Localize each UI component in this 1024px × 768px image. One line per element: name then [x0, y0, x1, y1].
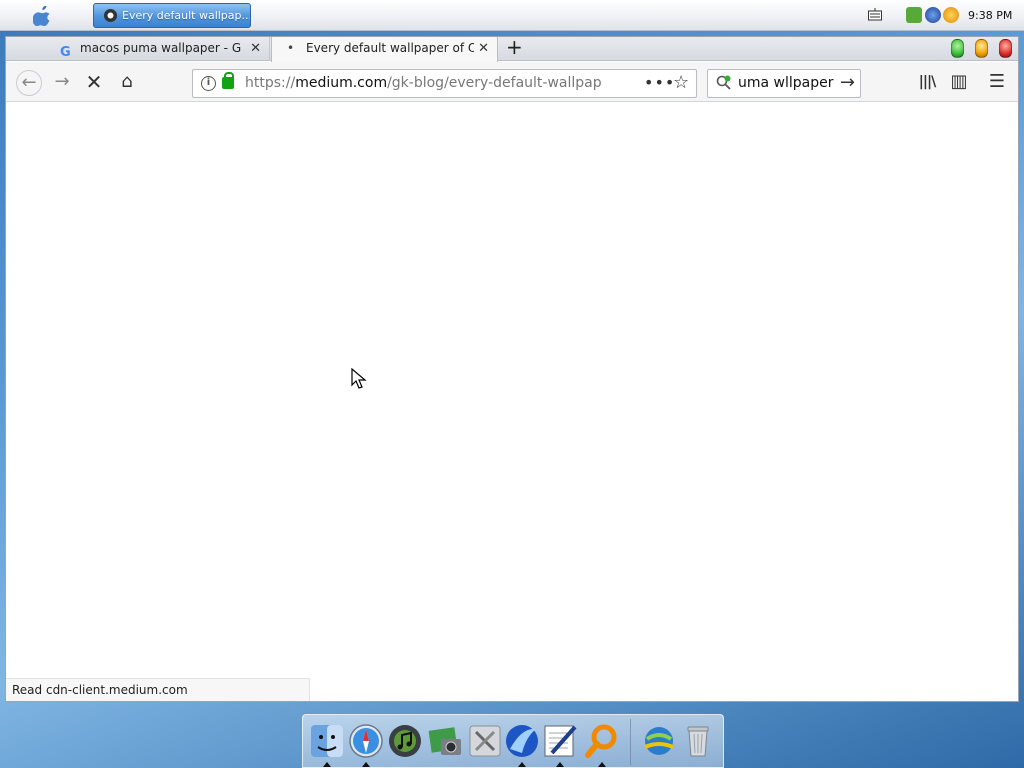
url-text[interactable]: https://medium.com/gk-blog/every-default…	[245, 75, 605, 91]
clock[interactable]: 9:38 PM	[968, 9, 1012, 22]
iphoto-icon[interactable]	[427, 723, 463, 759]
status-bar: Read cdn-client.medium.com	[6, 678, 310, 701]
safari-icon[interactable]	[348, 723, 384, 759]
new-tab-button[interactable]: +	[506, 35, 523, 59]
browser-window: G macos puma wallpaper - G ✕ • Every def…	[5, 35, 1019, 702]
search-input[interactable]: uma wllpaper	[738, 75, 834, 91]
medium-favicon-icon	[104, 9, 117, 22]
forward-button[interactable]: →	[49, 70, 75, 96]
navigation-toolbar: ← → ✕ ⌂ i https://medium.com/gk-blog/eve…	[6, 62, 1018, 102]
search-icon	[716, 75, 731, 90]
stop-loading-button[interactable]: ✕	[81, 70, 107, 96]
tab-bar: G macos puma wallpaper - G ✕ • Every def…	[6, 35, 1018, 62]
google-favicon-icon: G	[60, 45, 71, 60]
tab-macos-puma-wallpaper[interactable]: G macos puma wallpaper - G ✕	[48, 37, 270, 61]
library-icon[interactable]: |||\	[914, 70, 940, 96]
taskbar-window-button[interactable]: Every default wallpap...	[93, 3, 251, 28]
secure-lock-icon[interactable]	[222, 72, 234, 89]
close-window-button[interactable]	[999, 39, 1012, 58]
apple-logo-icon[interactable]	[33, 6, 51, 26]
sidebar-toggle-icon[interactable]: ▥	[946, 70, 972, 96]
network-tray-icon[interactable]	[906, 7, 922, 23]
running-indicator	[362, 762, 370, 767]
running-indicator	[556, 762, 564, 767]
browser-tray-icon[interactable]	[925, 7, 941, 23]
mouse-cursor-icon	[351, 368, 367, 389]
home-button[interactable]: ⌂	[114, 70, 140, 96]
running-indicator	[598, 762, 606, 767]
mail-icon[interactable]	[504, 723, 540, 759]
system-preferences-icon[interactable]	[467, 723, 503, 759]
network-icon[interactable]	[641, 723, 677, 759]
trash-icon[interactable]	[680, 723, 716, 759]
page-content	[6, 103, 1018, 701]
url-bar[interactable]: i https://medium.com/gk-blog/every-defau…	[192, 69, 697, 98]
url-path: /gk-blog/every-default-wallpap	[387, 75, 602, 91]
running-indicator	[518, 762, 526, 767]
close-tab-icon[interactable]: ✕	[250, 37, 261, 60]
close-tab-icon[interactable]: ✕	[478, 37, 489, 60]
keyboard-icon[interactable]	[868, 8, 882, 22]
textedit-icon[interactable]	[542, 723, 578, 759]
minimize-button[interactable]	[975, 39, 988, 58]
tab-title: Every default wallpaper of O	[306, 41, 474, 55]
zoom-button[interactable]	[951, 39, 964, 58]
page-actions-icon[interactable]: •••	[644, 73, 675, 92]
dock-separator	[630, 719, 631, 765]
taskbar-window-label: Every default wallpap...	[122, 9, 251, 22]
dock	[302, 714, 724, 768]
url-prefix: https://	[245, 75, 296, 91]
running-indicator	[323, 762, 331, 767]
itunes-icon[interactable]	[387, 723, 423, 759]
search-tray-icon[interactable]	[943, 7, 959, 23]
search-icon[interactable]	[584, 723, 620, 759]
menu-bar: Every default wallpap... 9:38 PM	[0, 0, 1024, 31]
search-go-arrow-icon[interactable]: →	[840, 72, 855, 93]
tab-every-default-wallpaper[interactable]: • Every default wallpaper of O ✕	[271, 37, 498, 62]
tab-title: macos puma wallpaper - G	[80, 41, 242, 55]
url-host: medium.com	[295, 75, 388, 91]
site-info-icon[interactable]: i	[201, 76, 216, 91]
hamburger-menu-icon[interactable]: ☰	[984, 70, 1010, 96]
bookmark-star-icon[interactable]: ☆	[673, 72, 689, 93]
finder-icon[interactable]	[309, 723, 345, 759]
back-button[interactable]: ←	[16, 70, 42, 96]
loading-indicator-icon: •	[287, 41, 295, 55]
search-bar[interactable]: uma wllpaper →	[707, 69, 861, 98]
